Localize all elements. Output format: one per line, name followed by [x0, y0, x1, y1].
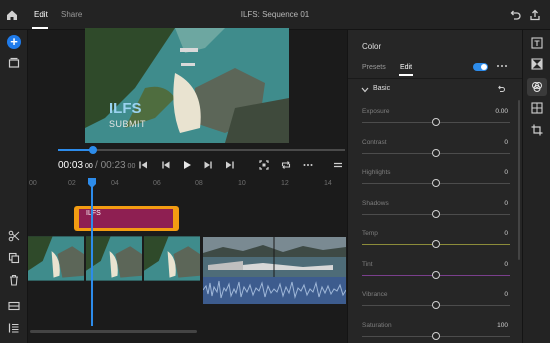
- add-media-button[interactable]: +: [7, 35, 21, 49]
- panel-vertical-scrollbar[interactable]: [518, 100, 520, 260]
- clip-thumbnail: [203, 237, 346, 277]
- property-label: Saturation: [362, 321, 392, 329]
- play-icon[interactable]: [181, 159, 193, 171]
- menu-icon[interactable]: [332, 159, 344, 171]
- fit-frame-icon[interactable]: [258, 159, 270, 171]
- toggle-knob: [481, 64, 487, 70]
- tracks-icon[interactable]: [7, 321, 21, 335]
- tab-edit-underline: [32, 27, 48, 29]
- audio-waveform: [203, 277, 346, 304]
- color-icon[interactable]: [530, 80, 544, 94]
- playhead-line: [91, 186, 93, 326]
- step-back-icon[interactable]: [160, 159, 172, 171]
- step-forward-icon[interactable]: [202, 159, 214, 171]
- duration-timecode: / 00:23 00: [95, 160, 136, 171]
- property-slider-thumb[interactable]: [432, 148, 440, 157]
- captions-icon[interactable]: [7, 299, 21, 313]
- export-icon[interactable]: [528, 8, 542, 22]
- more-options-icon[interactable]: [302, 159, 314, 171]
- property-slider-thumb[interactable]: [432, 331, 440, 340]
- property-value[interactable]: 0.00: [495, 108, 508, 115]
- title-clip-label: ILFS: [86, 210, 101, 217]
- panel-more-options-icon[interactable]: [496, 62, 508, 70]
- scrub-bar[interactable]: [58, 149, 345, 151]
- property-label: Temp: [362, 230, 378, 237]
- preview-subtitle-overlay: SUBMIT: [109, 119, 147, 129]
- left-toolbar: +: [0, 30, 28, 343]
- property-label: Exposure: [362, 108, 390, 115]
- tab-presets[interactable]: Presets: [362, 64, 386, 71]
- duplicate-icon[interactable]: [7, 251, 21, 265]
- scrub-progress: [58, 149, 92, 151]
- skip-to-start-icon[interactable]: [137, 159, 149, 171]
- property-label: Highlights: [362, 169, 391, 176]
- ruler-label: 14: [324, 180, 332, 187]
- property-slider-thumb[interactable]: [432, 240, 440, 248]
- panel-divider: [348, 78, 523, 79]
- color-enable-toggle[interactable]: [473, 63, 488, 71]
- property-value[interactable]: 100: [497, 322, 508, 329]
- clip-thumbnail: [28, 236, 85, 281]
- preview-title-overlay: ILFS: [109, 100, 142, 117]
- ruler-label: 10: [238, 180, 246, 187]
- property-slider-thumb[interactable]: [432, 270, 440, 279]
- delete-icon[interactable]: [7, 273, 21, 287]
- clip-thumbnail: [86, 236, 143, 281]
- ruler-label: 02: [68, 180, 76, 187]
- ruler-label: 08: [195, 180, 203, 187]
- undo-icon[interactable]: [508, 8, 522, 22]
- property-value[interactable]: 0: [504, 169, 508, 176]
- property-value[interactable]: 0: [504, 230, 508, 237]
- video-preview[interactable]: ILFS SUBMIT: [85, 28, 289, 143]
- video-clip-boat[interactable]: [203, 237, 346, 304]
- ruler-label: 04: [111, 180, 119, 187]
- property-label: Shadows: [362, 199, 389, 207]
- video-clip-aerial[interactable]: [28, 236, 202, 281]
- tab-color-edit[interactable]: Edit: [400, 64, 412, 71]
- section-basic-label[interactable]: Basic: [373, 85, 390, 92]
- transitions-icon[interactable]: [530, 57, 544, 71]
- property-value[interactable]: 0: [504, 139, 508, 146]
- ruler-label: 00: [29, 180, 37, 187]
- color-edit-tab-underline: [399, 74, 413, 76]
- scissors-icon[interactable]: [7, 229, 21, 243]
- property-label: Vibrance: [362, 291, 388, 298]
- document-title: ILFS: Sequence 01: [240, 10, 310, 19]
- ruler-label: 12: [281, 180, 289, 187]
- clip-thumbnail: [144, 236, 201, 281]
- crop-icon[interactable]: [530, 123, 544, 137]
- chevron-down-icon[interactable]: [361, 87, 369, 93]
- titles-icon[interactable]: [530, 36, 544, 50]
- top-bar: Edit Share ILFS: Sequence 01: [0, 0, 550, 30]
- property-slider-thumb[interactable]: [432, 209, 440, 218]
- right-toolbar: [522, 30, 550, 343]
- current-timecode: 00:03 00: [58, 160, 93, 171]
- property-slider-thumb[interactable]: [432, 179, 440, 187]
- property-slider-thumb[interactable]: [432, 118, 440, 126]
- reset-icon[interactable]: [496, 84, 506, 94]
- timeline-horizontal-scrollbar[interactable]: [30, 330, 197, 333]
- effects-icon[interactable]: [530, 101, 544, 115]
- property-label: Tint: [362, 260, 373, 268]
- property-slider-thumb[interactable]: [432, 301, 440, 309]
- property-value[interactable]: 0: [504, 261, 508, 268]
- scrub-handle[interactable]: [89, 146, 97, 154]
- property-label: Contrast: [362, 138, 387, 146]
- loop-icon[interactable]: [280, 159, 292, 171]
- property-value[interactable]: 0: [504, 200, 508, 207]
- property-value[interactable]: 0: [504, 291, 508, 298]
- skip-to-end-icon[interactable]: [224, 159, 236, 171]
- media-icon[interactable]: [7, 56, 21, 70]
- ruler-label: 06: [153, 180, 161, 187]
- panel-title: Color: [362, 42, 382, 51]
- color-panel: Color Presets Edit Basic Exposure 0.00 Con…: [347, 30, 523, 343]
